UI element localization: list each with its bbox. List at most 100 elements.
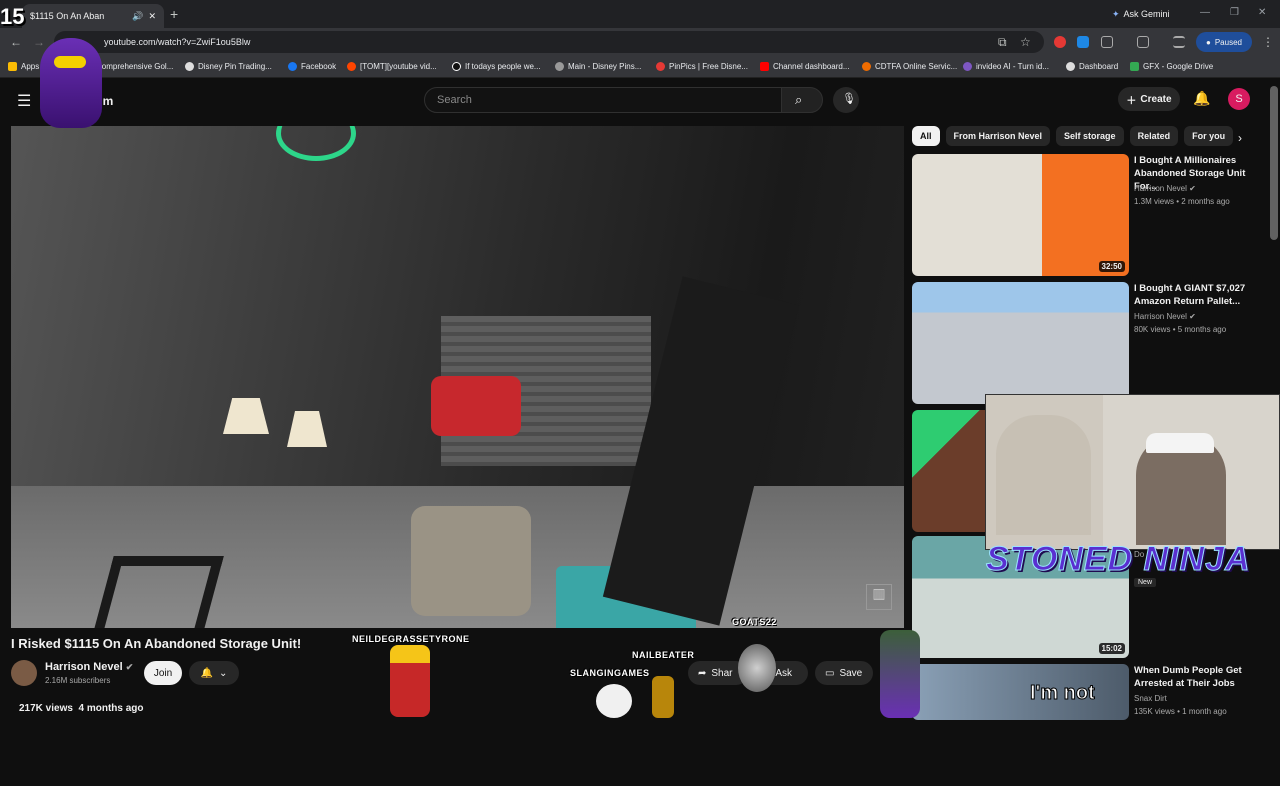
video-thumbnail[interactable]: 32:50 xyxy=(912,154,1129,276)
globe-icon xyxy=(185,62,194,71)
minimize-icon[interactable]: — xyxy=(1200,7,1210,18)
save-button[interactable]: ▭ Save xyxy=(815,661,873,685)
account-avatar[interactable]: S xyxy=(1228,88,1250,110)
bookmark-item[interactable]: invideo AI - Turn id... xyxy=(963,62,1049,71)
subscription-bell-button[interactable]: 🔔 ⌄ xyxy=(189,661,239,685)
ask-gemini-button[interactable]: ✦ Ask Gemini xyxy=(1106,5,1176,23)
profile-paused-button[interactable]: ● Paused xyxy=(1196,32,1252,52)
search-button[interactable]: ⌕ xyxy=(781,87,823,113)
channel-avatar[interactable] xyxy=(11,660,37,686)
back-icon[interactable]: ← xyxy=(10,35,22,49)
extension-icon[interactable] xyxy=(1054,36,1066,48)
tab-close-icon[interactable]: ✕ xyxy=(148,11,156,22)
youtube-icon xyxy=(760,62,769,71)
browser-tab-strip: $1115 On An Aban 🔊 ✕ + ✦ Ask Gemini — ❐ … xyxy=(0,0,1280,28)
bookmark-star-icon[interactable]: ☆ xyxy=(1020,35,1031,49)
create-button[interactable]: ＋ Create xyxy=(1118,87,1180,111)
chevron-right-icon[interactable]: › xyxy=(1238,131,1242,145)
maximize-icon[interactable]: ❐ xyxy=(1230,7,1239,18)
rec-meta: 1.3M views • 2 months ago xyxy=(1134,197,1230,206)
facebook-icon xyxy=(288,62,297,71)
green-ring xyxy=(276,126,356,161)
microphone-icon: 🎙 xyxy=(842,93,856,105)
notifications-bell-icon[interactable]: 🔔 xyxy=(1193,90,1210,107)
bookmark-item[interactable]: Comprehensive Gol... xyxy=(96,62,173,71)
reading-list-icon[interactable] xyxy=(1173,36,1185,48)
ironman-sprite xyxy=(390,645,430,717)
menu-kebab-icon[interactable]: ⋮ xyxy=(1262,35,1274,49)
pinpics-icon xyxy=(656,62,665,71)
bookmark-item[interactable]: [TOMT][youtube vid... xyxy=(347,62,437,71)
address-bar[interactable]: youtube.com/watch?v=ZwiF1ou5Blw xyxy=(54,31,1044,53)
apps-grid-icon xyxy=(8,62,17,71)
bookmark-item[interactable]: Disney Pin Trading... xyxy=(185,62,272,71)
chip-for-you[interactable]: For you xyxy=(1184,126,1234,146)
extension-icon[interactable] xyxy=(1077,36,1089,48)
chip-all[interactable]: All xyxy=(912,126,940,146)
chip-self-storage[interactable]: Self storage xyxy=(1056,126,1124,146)
webcam-title-text: STONED NINJA xyxy=(986,540,1251,579)
ask-gemini-label: Ask Gemini xyxy=(1123,9,1170,19)
video-thumbnail[interactable] xyxy=(912,282,1129,404)
install-icon[interactable]: ⧉ xyxy=(998,35,1007,50)
speaker-icon[interactable]: 🔊 xyxy=(132,11,143,22)
google-drive-icon xyxy=(1130,62,1139,71)
video-player[interactable]: ▥ xyxy=(11,126,904,628)
chatter-name: SLANGINGAMES xyxy=(570,668,650,678)
duration-badge: 32:50 xyxy=(1098,261,1125,272)
bookmark-item[interactable]: PinPics | Free Disne... xyxy=(656,62,748,71)
chatter-name: GOATS22 xyxy=(732,617,777,627)
forward-icon[interactable]: → xyxy=(33,35,45,49)
invideo-icon xyxy=(963,62,972,71)
bookmark-item[interactable]: Apps xyxy=(8,62,39,71)
rec-channel[interactable]: Snax Dirt xyxy=(1134,694,1167,703)
subscriber-count: 2.16M subscribers xyxy=(45,676,111,685)
bookmark-item[interactable]: If todays people we... xyxy=(452,62,541,71)
rec-title[interactable]: I Bought A GIANT $7,027 Amazon Return Pa… xyxy=(1134,282,1262,308)
tab-search-icon[interactable] xyxy=(1137,36,1149,48)
tab-title: $1115 On An Aban xyxy=(30,11,105,21)
rec-title[interactable]: When Dumb People Get Arrested at Their J… xyxy=(1134,664,1262,690)
close-window-icon[interactable]: ✕ xyxy=(1258,7,1266,18)
save-playlist-icon: ▭ xyxy=(825,667,835,679)
bookmark-item[interactable]: Channel dashboard... xyxy=(760,62,850,71)
channel-name[interactable]: Harrison Nevel ✔ xyxy=(45,661,133,673)
watermark-icon: ▥ xyxy=(866,584,892,610)
thumbnail-text: I'm not xyxy=(1030,682,1096,705)
search-input[interactable]: Search xyxy=(424,87,782,113)
bookmark-item[interactable]: Main - Disney Pins... xyxy=(555,62,641,71)
browser-toolbar: ← → youtube.com/watch?v=ZwiF1ou5Blw ⧉ ☆ … xyxy=(0,28,1280,56)
bookmark-item[interactable]: CDTFA Online Servic... xyxy=(862,62,957,71)
recommendation-item[interactable]: I'm not When Dumb People Get Arrested at… xyxy=(912,664,1262,786)
url-text: youtube.com/watch?v=ZwiF1ou5Blw xyxy=(104,37,251,47)
video-thumbnail[interactable]: I'm not xyxy=(912,664,1129,720)
voice-search-button[interactable]: 🎙 xyxy=(833,87,859,113)
chatter-name: NEILDEGRASSETYRONE xyxy=(352,634,470,644)
verified-icon: ✔ xyxy=(1189,312,1196,321)
plus-icon: ＋ xyxy=(1126,95,1137,107)
rec-channel[interactable]: Harrison Nevel ✔ xyxy=(1134,184,1196,193)
verified-icon: ✔ xyxy=(125,662,134,672)
browser-tab-active[interactable]: $1115 On An Aban 🔊 ✕ xyxy=(22,4,164,28)
bookmark-item[interactable]: GFX - Google Drive xyxy=(1130,62,1213,71)
bookmark-item[interactable]: Dashboard xyxy=(1066,62,1118,71)
scrollbar-thumb[interactable] xyxy=(1270,86,1278,240)
chip-related[interactable]: Related xyxy=(1129,126,1179,146)
recommendation-item[interactable]: I Bought A GIANT $7,027 Amazon Return Pa… xyxy=(912,282,1262,404)
hamburger-menu-icon[interactable]: ☰ xyxy=(17,91,31,111)
pin-icon xyxy=(555,62,564,71)
streamer-webcam xyxy=(985,394,1280,550)
extensions-puzzle-icon[interactable] xyxy=(1101,36,1113,48)
youtube-header: ☰ ium Search ⌕ 🎙 ＋ Create 🔔 S xyxy=(0,78,1280,122)
rec-channel[interactable]: Harrison Nevel ✔ xyxy=(1134,312,1196,321)
bookmark-item[interactable]: Facebook xyxy=(288,62,336,71)
duration-badge: 15:02 xyxy=(1098,643,1125,654)
join-button[interactable]: Join xyxy=(144,661,182,685)
recommendation-item[interactable]: 32:50 I Bought A Millionaires Abandoned … xyxy=(912,154,1262,276)
view-count: 217K views 4 months ago xyxy=(19,703,144,714)
new-tab-button[interactable]: + xyxy=(170,6,178,22)
chip-from-channel[interactable]: From Harrison Nevel xyxy=(945,126,1051,146)
streamer-person xyxy=(996,415,1091,535)
halo-sprite xyxy=(880,630,920,718)
new-badge: New xyxy=(1134,578,1157,587)
